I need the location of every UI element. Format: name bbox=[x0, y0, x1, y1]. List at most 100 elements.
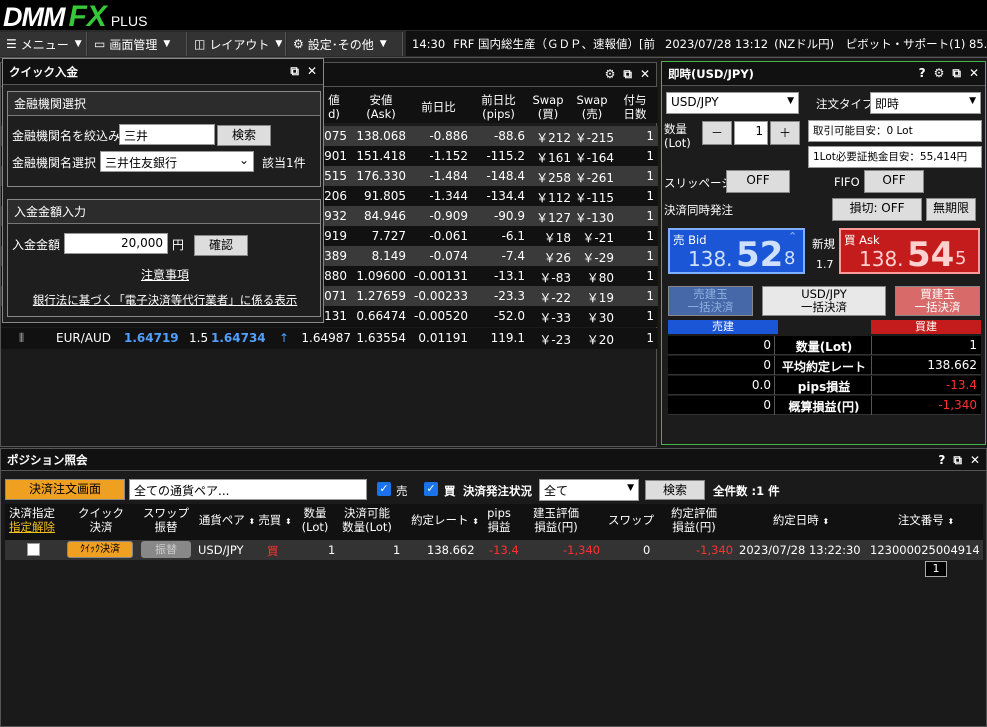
menu-button[interactable]: ☰ メニュー ▼ bbox=[0, 32, 87, 56]
bid-label: 売 Bid bbox=[673, 233, 707, 247]
total-cell: -1,340 bbox=[696, 543, 734, 557]
header-swap-value[interactable]: スワップ bbox=[606, 513, 656, 527]
fifo-toggle[interactable]: OFF bbox=[864, 170, 924, 193]
settings-button[interactable]: ⚙ 設定･その他 ▼ bbox=[287, 32, 403, 56]
dropdown-icon: ▼ bbox=[969, 96, 976, 106]
header-rate[interactable]: 約定レート ⬍ bbox=[405, 513, 485, 529]
slippage-toggle[interactable]: OFF bbox=[726, 170, 790, 193]
change: -0.00131 bbox=[414, 269, 468, 283]
order-type-select[interactable]: 即時 ▼ bbox=[870, 92, 981, 114]
close-icon[interactable]: ✕ bbox=[969, 66, 979, 81]
window-icon: ▭ bbox=[94, 37, 106, 51]
status-select[interactable]: 全て ▼ bbox=[539, 479, 639, 501]
ask: 0.66474 bbox=[356, 309, 406, 323]
swap-buy: ￥-33 bbox=[539, 311, 571, 325]
sell-value: 0 bbox=[763, 338, 771, 352]
unset-link[interactable]: 指定解除 bbox=[7, 520, 57, 534]
status-label: 決済発注状況 bbox=[463, 484, 532, 498]
stop-loss-toggle[interactable]: 損切: OFF bbox=[832, 198, 922, 221]
decrease-qty-button[interactable]: － bbox=[702, 121, 732, 145]
header-date[interactable]: 約定日時 ⬍ bbox=[761, 513, 841, 529]
ask-buy-button[interactable]: 買 Ask 138. 54 5 bbox=[839, 228, 980, 275]
days: 1 bbox=[646, 269, 654, 283]
change-pips: -7.4 bbox=[501, 249, 525, 263]
pair-select[interactable]: USD/JPY ▼ bbox=[666, 92, 799, 114]
header-ask: 安値 (Ask) bbox=[366, 93, 396, 121]
page-number[interactable]: 1 bbox=[925, 561, 947, 577]
header-order-no[interactable]: 注文番号 ⬍ bbox=[886, 513, 966, 529]
search-button[interactable]: 検索 bbox=[645, 480, 705, 500]
help-icon[interactable]: ? bbox=[938, 453, 945, 468]
restore-icon[interactable]: ⧉ bbox=[952, 66, 961, 81]
header-total[interactable]: 約定評価 損益(円) bbox=[661, 506, 727, 534]
header-side[interactable]: 売買 ⬍ bbox=[255, 513, 295, 529]
amount-section: 入金金額入力 入金金額 20,000 円 確認 注意事項 銀行法に基づく「電子決… bbox=[7, 199, 321, 317]
restore-icon[interactable]: ⧉ bbox=[623, 67, 632, 82]
screen-management-button[interactable]: ▭ 画面管理 ▼ bbox=[88, 32, 187, 56]
notice-link[interactable]: 注意事項 bbox=[8, 266, 322, 283]
confirm-button[interactable]: 確認 bbox=[194, 235, 248, 256]
change-pips: -148.4 bbox=[486, 169, 525, 183]
quantity-input[interactable]: 1 bbox=[734, 121, 768, 145]
gear-icon[interactable]: ⚙ bbox=[934, 66, 945, 81]
close-icon[interactable]: ✕ bbox=[970, 453, 980, 468]
swap-sell: ￥19 bbox=[586, 291, 614, 305]
swap-buy: ￥-22 bbox=[539, 291, 571, 305]
close-all-pair-button[interactable]: USD/JPY 一括決済 bbox=[762, 286, 886, 316]
swap-transfer-button[interactable]: 振替 bbox=[141, 541, 191, 558]
change: -0.074 bbox=[429, 249, 468, 263]
sell-value: 0 bbox=[763, 358, 771, 372]
layout-button[interactable]: ◫ レイアウト ▼ bbox=[188, 32, 286, 56]
bid-sell-button[interactable]: 売 Bid 138. 52 8 ⌃ bbox=[668, 228, 805, 275]
help-icon[interactable]: ? bbox=[919, 66, 926, 81]
header-pips[interactable]: pips 損益 bbox=[481, 506, 517, 534]
bank-select[interactable]: 三井住友銀行 ⌄ bbox=[100, 151, 254, 172]
close-icon[interactable]: ✕ bbox=[307, 64, 317, 79]
increase-qty-button[interactable]: ＋ bbox=[770, 121, 800, 145]
law-disclosure-link[interactable]: 銀行法に基づく「電子決済等代行業者」に係る表示 bbox=[8, 292, 322, 308]
search-button[interactable]: 検索 bbox=[217, 125, 271, 146]
bid-price[interactable]: 1.64719 bbox=[124, 331, 179, 345]
expiry-button[interactable]: 無期限 bbox=[926, 198, 976, 221]
close-all-sell-button[interactable]: 売建玉 一括決済 bbox=[668, 286, 753, 316]
days: 1 bbox=[646, 289, 654, 303]
row-checkbox[interactable] bbox=[27, 543, 40, 556]
ask: 176.330 bbox=[356, 169, 406, 183]
header-available[interactable]: 決済可能 数量(Lot) bbox=[337, 506, 397, 534]
restore-icon[interactable]: ⧉ bbox=[953, 453, 962, 468]
gear-icon[interactable]: ⚙ bbox=[605, 67, 616, 82]
sell-checkbox[interactable]: ✓ bbox=[377, 482, 391, 496]
amount-input[interactable]: 20,000 bbox=[64, 233, 168, 254]
close-all-buy-button[interactable]: 買建玉 一括決済 bbox=[895, 286, 980, 316]
pair-cell: USD/JPY bbox=[198, 543, 244, 557]
swap-sell: ￥-261 bbox=[574, 171, 614, 185]
header-pair[interactable]: 通貨ペア ⬍ bbox=[197, 513, 257, 529]
chart-icon[interactable]: ⫴ bbox=[19, 331, 24, 346]
header-qty[interactable]: 数量 (Lot) bbox=[297, 506, 333, 534]
ask-label: 買 Ask bbox=[844, 233, 880, 247]
header-change-pips: 前日比 (pips) bbox=[481, 93, 516, 121]
ask-price-prefix: 138. bbox=[859, 247, 904, 271]
header-quick: クイック 決済 bbox=[78, 506, 124, 534]
header-eval[interactable]: 建玉評価 損益(円) bbox=[523, 506, 589, 534]
bank-filter-input[interactable]: 三井 bbox=[119, 124, 215, 145]
ask-price[interactable]: 1.64734 bbox=[211, 331, 266, 345]
bid: 389 bbox=[324, 249, 347, 263]
table-row[interactable]: ｸｲｯｸ決済 振替 USD/JPY 買 1 1 138.662 -13.4 -1… bbox=[5, 540, 983, 560]
pair-filter-input[interactable]: 全ての通貨ペア... bbox=[129, 479, 367, 500]
buy-checkbox[interactable]: ✓ bbox=[424, 482, 438, 496]
quick-settle-button[interactable]: ｸｲｯｸ決済 bbox=[67, 541, 133, 558]
news-ticker[interactable]: 14:30 FRF 国内総生産（ＧＤＰ、速報値）[前 2023/07/28 13… bbox=[406, 31, 987, 56]
bid: 515 bbox=[324, 169, 347, 183]
change-pips: 119.1 bbox=[490, 331, 525, 345]
section-title: 入金金額入力 bbox=[8, 200, 320, 224]
swap-buy: ￥212 bbox=[536, 131, 571, 145]
sort-icon: ⬍ bbox=[472, 517, 479, 526]
settlement-order-screen-button[interactable]: 決済注文画面 bbox=[5, 479, 125, 500]
restore-icon[interactable]: ⧉ bbox=[290, 64, 299, 79]
rate-row-euraud[interactable]: ⫴ EUR/AUD 1.64719 1.5 1.64734 ↑ 1.64987 … bbox=[1, 328, 658, 349]
filter-label: 金融機関名を絞込み bbox=[12, 129, 121, 143]
close-icon[interactable]: ✕ bbox=[640, 67, 650, 82]
cell-divider bbox=[871, 376, 872, 395]
dropdown-icon: ▼ bbox=[787, 96, 794, 106]
